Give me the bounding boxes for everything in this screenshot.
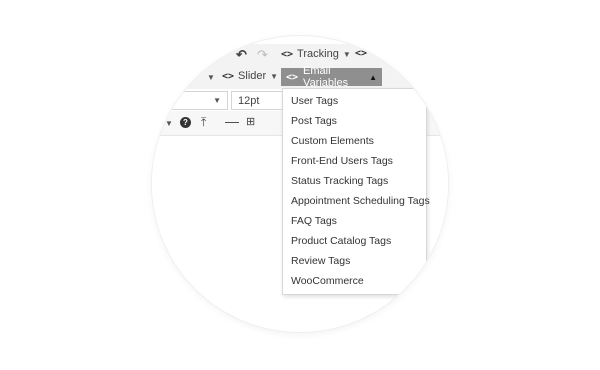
editor-window: ↶ ↷ <> Tracking ▼ <> ▼ <> Slider ▼ <> Em… (152, 36, 448, 332)
help-icon[interactable]: ? (180, 117, 191, 128)
toolbar-row-1: ↶ ↷ <> Tracking ▼ <> (152, 44, 448, 65)
page-break-icon[interactable]: ⊞ (246, 115, 255, 128)
code-icon: <> (286, 71, 299, 83)
redo-icon[interactable]: ↷ (257, 47, 268, 63)
menu-item-product-catalog-tags[interactable]: Product Catalog Tags (291, 235, 391, 247)
font-size-value: 12pt (238, 94, 260, 107)
menu-item-status-tracking-tags[interactable]: Status Tracking Tags (291, 175, 388, 187)
tracking-dropdown[interactable]: <> Tracking ▼ (281, 48, 351, 60)
upload-icon[interactable]: ⤒ (201, 115, 206, 130)
tracking-label: Tracking (297, 48, 339, 60)
menu-item-woocommerce[interactable]: WooCommerce (291, 275, 364, 287)
code-icon: <> (355, 48, 368, 59)
horizontal-rule-icon[interactable]: — (225, 113, 239, 129)
menu-item-faq-tags[interactable]: FAQ Tags (291, 215, 337, 227)
email-variables-button[interactable]: <> Email Variables ▲ (281, 65, 382, 89)
menu-item-appointment-scheduling-tags[interactable]: Appointment Scheduling Tags (291, 195, 430, 207)
magnifier-lens: ↶ ↷ <> Tracking ▼ <> ▼ <> Slider ▼ <> Em… (152, 36, 448, 332)
chevron-down-icon: ▼ (270, 71, 279, 81)
menu-item-user-tags[interactable]: User Tags (291, 95, 338, 107)
menu-item-front-end-users-tags[interactable]: Front-End Users Tags (291, 155, 393, 167)
email-variables-label: Email Variables (303, 65, 349, 89)
chevron-down-icon[interactable]: ▼ (207, 73, 215, 82)
chevron-down-icon: ▼ (213, 96, 221, 105)
chevron-up-icon: ▲ (369, 72, 377, 82)
chevron-down-icon: ▼ (342, 49, 351, 59)
toolbar-overflow-item[interactable]: <> (355, 48, 367, 59)
slider-label: Slider (238, 70, 267, 82)
slider-dropdown[interactable]: <> Slider ▼ (222, 70, 278, 82)
code-icon: <> (281, 48, 294, 60)
menu-item-custom-elements[interactable]: Custom Elements (291, 135, 374, 147)
chevron-down-icon[interactable]: ▼ (165, 119, 173, 128)
menu-item-post-tags[interactable]: Post Tags (291, 115, 337, 127)
undo-icon[interactable]: ↶ (236, 47, 247, 63)
menu-item-review-tags[interactable]: Review Tags (291, 255, 350, 267)
code-icon: <> (222, 70, 235, 82)
font-family-select[interactable]: ▼ (152, 91, 228, 110)
email-variables-menu: User Tags Post Tags Custom Elements Fron… (282, 88, 430, 295)
